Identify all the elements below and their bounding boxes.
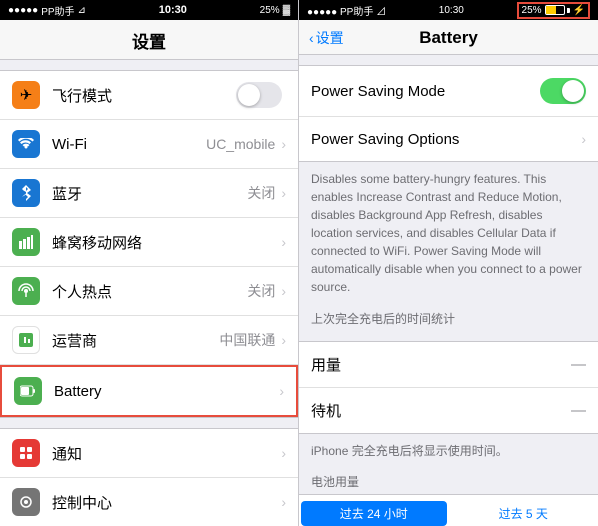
right-signal: ●●●●● PP助手 ⊿ bbox=[307, 3, 386, 18]
section-connectivity: ✈ 飞行模式 Wi-Fi UC_mobile › bbox=[0, 70, 298, 418]
left-time: 10:30 bbox=[159, 4, 187, 16]
back-chevron-icon: ‹ bbox=[309, 30, 314, 46]
settings-list[interactable]: ✈ 飞行模式 Wi-Fi UC_mobile › bbox=[0, 60, 298, 526]
list-item-wifi[interactable]: Wi-Fi UC_mobile › bbox=[0, 120, 298, 169]
usage-label: 用量 bbox=[311, 354, 571, 375]
left-signal: ●●●●● PP助手 ⊿ bbox=[8, 3, 86, 18]
power-saving-group: Power Saving Mode Power Saving Options › bbox=[299, 65, 598, 162]
list-item-carrier[interactable]: 运营商 中国联通 › bbox=[0, 316, 298, 365]
control-label: 控制中心 bbox=[52, 492, 281, 513]
wifi-icon: ⊿ bbox=[78, 5, 86, 16]
standby-value: — bbox=[571, 402, 586, 419]
list-item-battery[interactable]: Battery › bbox=[0, 365, 298, 417]
right-nav-bar: ‹ 设置 Battery bbox=[299, 20, 598, 55]
carrier-label: 运营商 bbox=[52, 330, 219, 351]
power-saving-options-label: Power Saving Options bbox=[311, 131, 581, 148]
last-charge-header: 上次完全充电后的时间统计 bbox=[299, 304, 598, 331]
footer-note: iPhone 完全充电后将显示使用时间。 bbox=[299, 434, 598, 467]
list-item-control[interactable]: 控制中心 › bbox=[0, 478, 298, 526]
power-saving-mode-label: Power Saving Mode bbox=[311, 83, 540, 100]
wifi-settings-icon bbox=[12, 130, 40, 158]
wifi-value: UC_mobile bbox=[206, 136, 275, 152]
left-panel: ●●●●● PP助手 ⊿ 10:30 25% ▓ 设置 ✈ 飞行模式 bbox=[0, 0, 299, 526]
battery-percent: 25% bbox=[260, 5, 280, 16]
hotspot-value: 关闭 bbox=[247, 281, 275, 301]
battery-content[interactable]: Power Saving Mode Power Saving Options ›… bbox=[299, 55, 598, 526]
right-panel: ●●●●● PP助手 ⊿ 10:30 25% ⚡ ‹ 设置 Battery bbox=[299, 0, 598, 526]
list-item-airplane[interactable]: ✈ 飞行模式 bbox=[0, 71, 298, 120]
right-carrier: PP助手 bbox=[340, 7, 373, 18]
battery-tip bbox=[567, 8, 570, 13]
usage-value: — bbox=[571, 356, 586, 373]
power-saving-toggle[interactable] bbox=[540, 78, 586, 104]
carrier-chevron: › bbox=[281, 332, 286, 348]
battery-settings-icon bbox=[14, 377, 42, 405]
options-chevron: › bbox=[581, 131, 586, 147]
cellular-icon bbox=[12, 228, 40, 256]
battery-fill bbox=[546, 6, 557, 14]
battery-percentage: 25% bbox=[522, 5, 542, 16]
hotspot-chevron: › bbox=[281, 283, 286, 299]
standby-label: 待机 bbox=[311, 400, 571, 421]
list-item-bluetooth[interactable]: 蓝牙 关闭 › bbox=[0, 169, 298, 218]
carrier-value: 中国联通 bbox=[219, 330, 275, 350]
section-system: 通知 › 控制中心 › bbox=[0, 428, 298, 526]
usage-item: 用量 — bbox=[299, 342, 598, 388]
battery-bar-wrapper bbox=[545, 5, 570, 15]
wifi-chevron: › bbox=[281, 136, 286, 152]
battery-tab-bar: 过去 24 小时 过去 5 天 bbox=[299, 494, 598, 526]
cellular-chevron: › bbox=[281, 234, 286, 250]
airplane-icon: ✈ bbox=[12, 81, 40, 109]
usage-group: 用量 — 待机 — bbox=[299, 341, 598, 434]
battery-label: Battery bbox=[54, 383, 279, 400]
back-label: 设置 bbox=[316, 28, 344, 48]
airplane-toggle[interactable] bbox=[236, 82, 282, 108]
bluetooth-label: 蓝牙 bbox=[52, 183, 247, 204]
right-time: 10:30 bbox=[439, 5, 464, 16]
right-status-bar: ●●●●● PP助手 ⊿ 10:30 25% ⚡ bbox=[299, 0, 598, 20]
airplane-label: 飞行模式 bbox=[52, 85, 236, 106]
left-battery: 25% ▓ bbox=[260, 5, 290, 16]
control-chevron: › bbox=[281, 494, 286, 510]
control-icon bbox=[12, 488, 40, 516]
left-nav-bar: 设置 bbox=[0, 20, 298, 60]
list-item-hotspot[interactable]: 个人热点 关闭 › bbox=[0, 267, 298, 316]
right-signal-dots: ●●●●● bbox=[307, 7, 337, 18]
bluetooth-value: 关闭 bbox=[247, 183, 275, 203]
tab-24h[interactable]: 过去 24 小时 bbox=[301, 501, 447, 526]
signal-dots: ●●●●● bbox=[8, 5, 38, 16]
standby-item: 待机 — bbox=[299, 388, 598, 433]
list-item-cellular[interactable]: 蜂窝移动网络 › bbox=[0, 218, 298, 267]
power-saving-options-item[interactable]: Power Saving Options › bbox=[299, 117, 598, 161]
notification-chevron: › bbox=[281, 445, 286, 461]
battery-bar bbox=[545, 5, 565, 15]
back-button[interactable]: ‹ 设置 bbox=[309, 28, 344, 48]
battery-icon-left: ▓ bbox=[283, 5, 290, 16]
tab-5d[interactable]: 过去 5 天 bbox=[451, 501, 597, 526]
lightning-icon: ⚡ bbox=[573, 5, 585, 16]
wifi-label: Wi-Fi bbox=[52, 136, 206, 153]
bluetooth-chevron: › bbox=[281, 185, 286, 201]
cellular-label: 蜂窝移动网络 bbox=[52, 232, 281, 253]
hotspot-icon bbox=[12, 277, 40, 305]
power-saving-description: Disables some battery-hungry features. T… bbox=[299, 162, 598, 304]
battery-page-title: Battery bbox=[419, 28, 478, 48]
bluetooth-icon bbox=[12, 179, 40, 207]
system-group: 通知 › 控制中心 › bbox=[0, 428, 298, 526]
right-wifi-icon: ⊿ bbox=[376, 7, 386, 18]
carrier-name: PP助手 bbox=[41, 3, 74, 18]
settings-title: 设置 bbox=[0, 28, 298, 53]
left-status-bar: ●●●●● PP助手 ⊿ 10:30 25% ▓ bbox=[0, 0, 298, 20]
toggle-knob bbox=[562, 80, 584, 102]
battery-chevron: › bbox=[279, 383, 284, 399]
notification-label: 通知 bbox=[52, 443, 281, 464]
battery-usage-header: 电池用量 bbox=[299, 467, 598, 494]
notification-icon bbox=[12, 439, 40, 467]
list-item-notification[interactable]: 通知 › bbox=[0, 429, 298, 478]
hotspot-label: 个人热点 bbox=[52, 281, 247, 302]
battery-status-indicator: 25% ⚡ bbox=[517, 2, 590, 19]
connectivity-group: ✈ 飞行模式 Wi-Fi UC_mobile › bbox=[0, 70, 298, 418]
power-saving-mode-item[interactable]: Power Saving Mode bbox=[299, 66, 598, 117]
carrier-icon bbox=[12, 326, 40, 354]
